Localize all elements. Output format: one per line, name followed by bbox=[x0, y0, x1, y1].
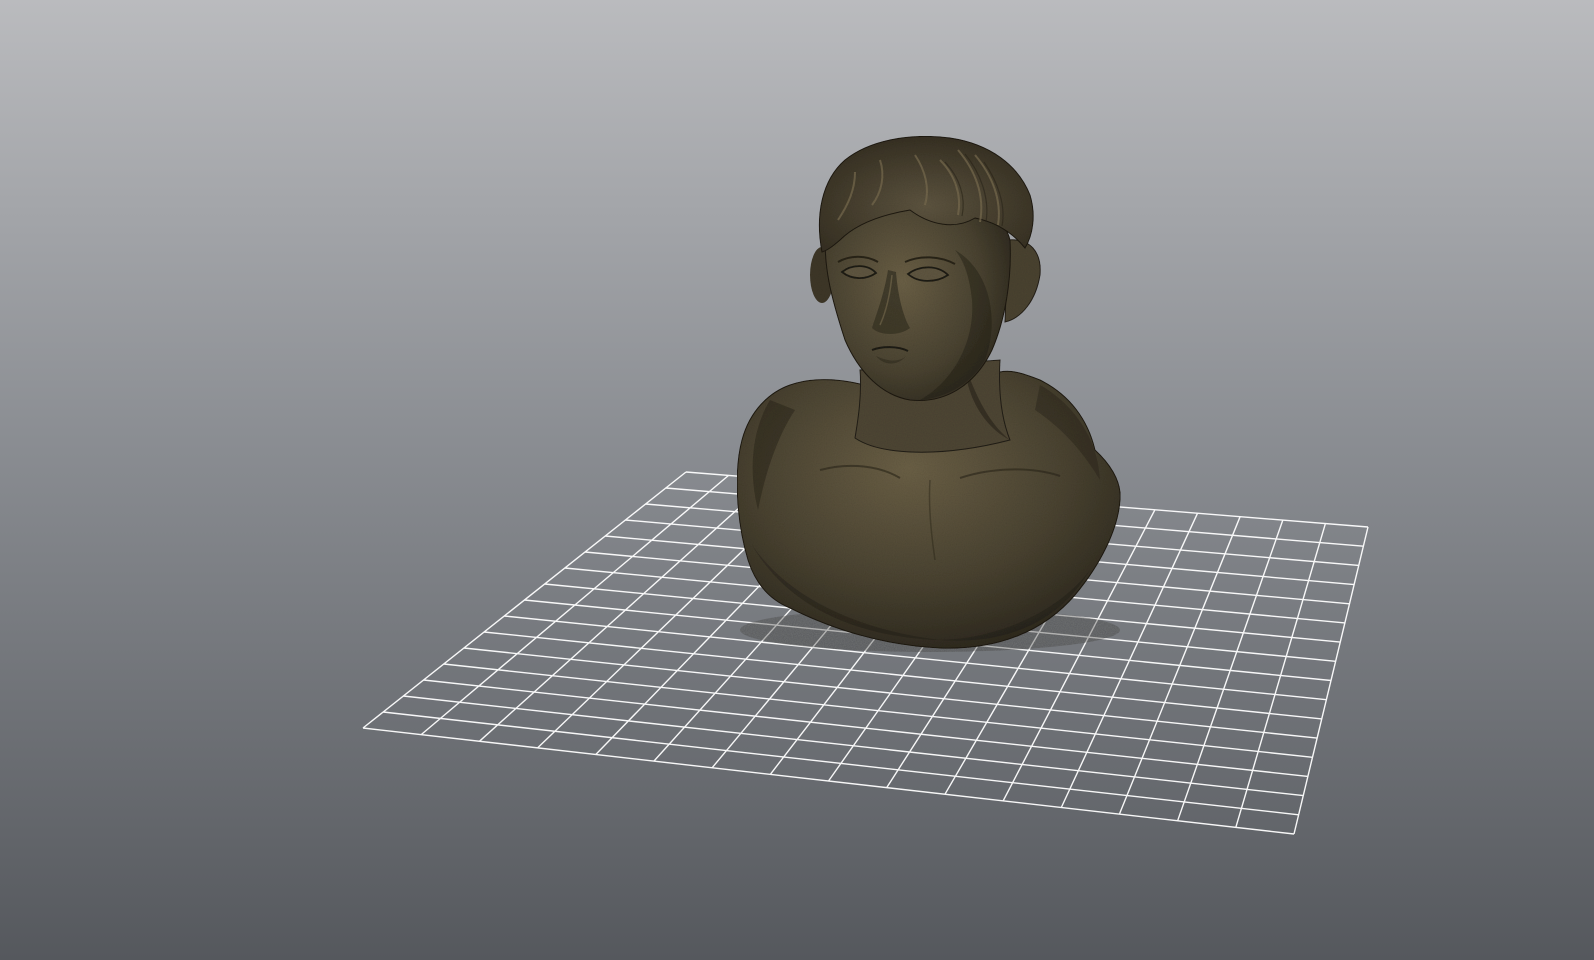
3d-viewport[interactable] bbox=[0, 0, 1594, 960]
viewport-scene[interactable] bbox=[0, 0, 1594, 960]
